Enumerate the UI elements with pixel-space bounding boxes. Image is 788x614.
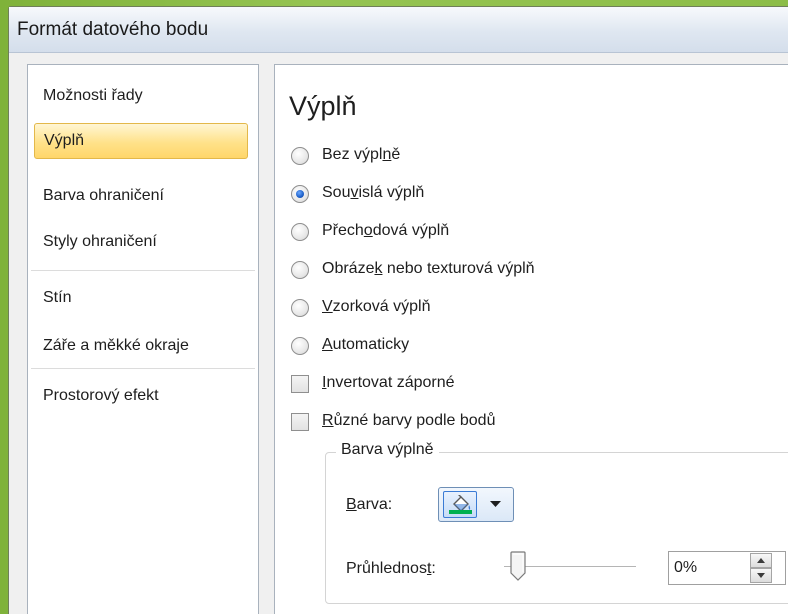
radio-label: Přechodová výplň xyxy=(322,222,450,239)
transparency-slider-thumb[interactable] xyxy=(510,551,526,581)
category-list: Možnosti řady Výplň Barva ohraničení Sty… xyxy=(27,64,259,614)
transparency-value: 0% xyxy=(674,559,698,576)
nav-item-label: Styly ohraničení xyxy=(43,233,157,250)
radio-button[interactable] xyxy=(291,337,309,355)
radio-button-checked[interactable] xyxy=(291,185,309,203)
radio-label: Automaticky xyxy=(322,336,410,353)
section-title: Výplň xyxy=(289,91,357,121)
caret-down-icon xyxy=(490,501,501,507)
nav-item-label: Výplň xyxy=(44,132,85,149)
nav-item-fill[interactable]: Výplň xyxy=(34,123,248,159)
radio-button[interactable] xyxy=(291,147,309,165)
checkbox-label: Invertovat záporné xyxy=(322,374,455,391)
nav-item-label: Prostorový efekt xyxy=(43,387,159,404)
spin-up-button[interactable] xyxy=(750,553,772,568)
radio-button[interactable] xyxy=(291,261,309,279)
color-label: Barva: xyxy=(346,496,393,513)
radio-label: Obrázek nebo texturová výplň xyxy=(322,260,535,277)
nav-item-label: Stín xyxy=(43,289,72,306)
title-bar[interactable]: Formát datového bodu xyxy=(9,7,788,53)
nav-item-border-color[interactable]: Barva ohraničení xyxy=(34,179,248,215)
color-swatch xyxy=(443,491,477,518)
group-legend: Barva výplně xyxy=(336,441,439,459)
nav-item-border-styles[interactable]: Styly ohraničení xyxy=(34,225,248,261)
nav-item-label: Barva ohraničení xyxy=(43,187,164,204)
fill-color-picker-button[interactable] xyxy=(438,487,514,522)
transparency-spinbox[interactable]: 0% xyxy=(668,551,786,585)
nav-item-label: Možnosti řady xyxy=(43,87,143,104)
checkbox-label: Různé barvy podle bodů xyxy=(322,412,496,429)
radio-label: Bez výplně xyxy=(322,146,401,163)
dialog-title: Formát datového bodu xyxy=(17,19,209,40)
radio-label: Vzorková výplň xyxy=(322,298,431,315)
transparency-label: Průhlednost: xyxy=(346,560,436,577)
nav-item-shadow[interactable]: Stín xyxy=(34,281,248,317)
radio-button[interactable] xyxy=(291,223,309,241)
nav-item-glow-soft-edges[interactable]: Záře a měkké okraje xyxy=(34,329,248,365)
dialog-window: Formát datového bodu Možnosti řady Výplň… xyxy=(8,6,788,614)
nav-item-3d-format[interactable]: Prostorový efekt xyxy=(34,379,248,415)
nav-divider xyxy=(31,270,255,271)
radio-button[interactable] xyxy=(291,299,309,317)
selected-color-bar xyxy=(449,510,472,514)
fill-color-group: Barva výplně Barva: Průhlednost: 0% xyxy=(325,441,788,604)
radio-label: Souvislá výplň xyxy=(322,184,425,201)
fill-panel: Výplň Bez výplně Souvislá výplň Přechodo… xyxy=(274,64,788,614)
spin-down-button[interactable] xyxy=(750,568,772,583)
nav-item-series-options[interactable]: Možnosti řady xyxy=(34,79,248,115)
nav-divider xyxy=(31,368,255,369)
spin-up-icon xyxy=(757,558,765,563)
checkbox[interactable] xyxy=(291,375,309,393)
checkbox[interactable] xyxy=(291,413,309,431)
spin-down-icon xyxy=(757,573,765,578)
nav-item-label: Záře a měkké okraje xyxy=(43,337,189,354)
